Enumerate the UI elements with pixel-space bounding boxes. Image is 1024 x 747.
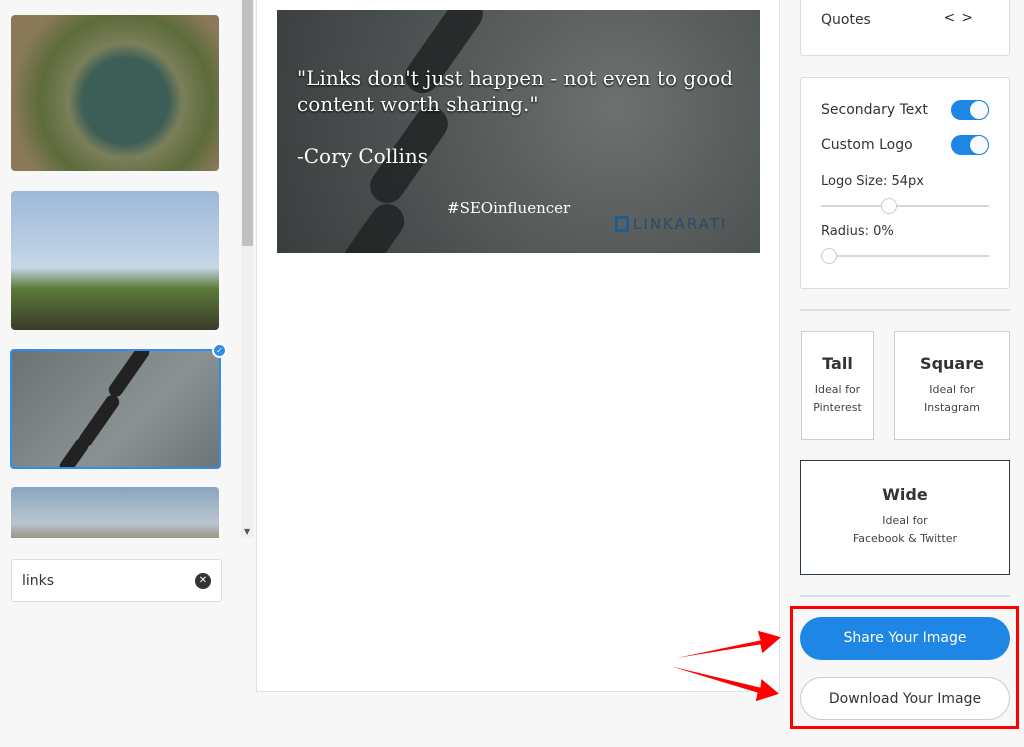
- arrow-to-download: [654, 661, 782, 703]
- arrow-to-share: [654, 629, 784, 663]
- annotation-arrows: [654, 629, 784, 703]
